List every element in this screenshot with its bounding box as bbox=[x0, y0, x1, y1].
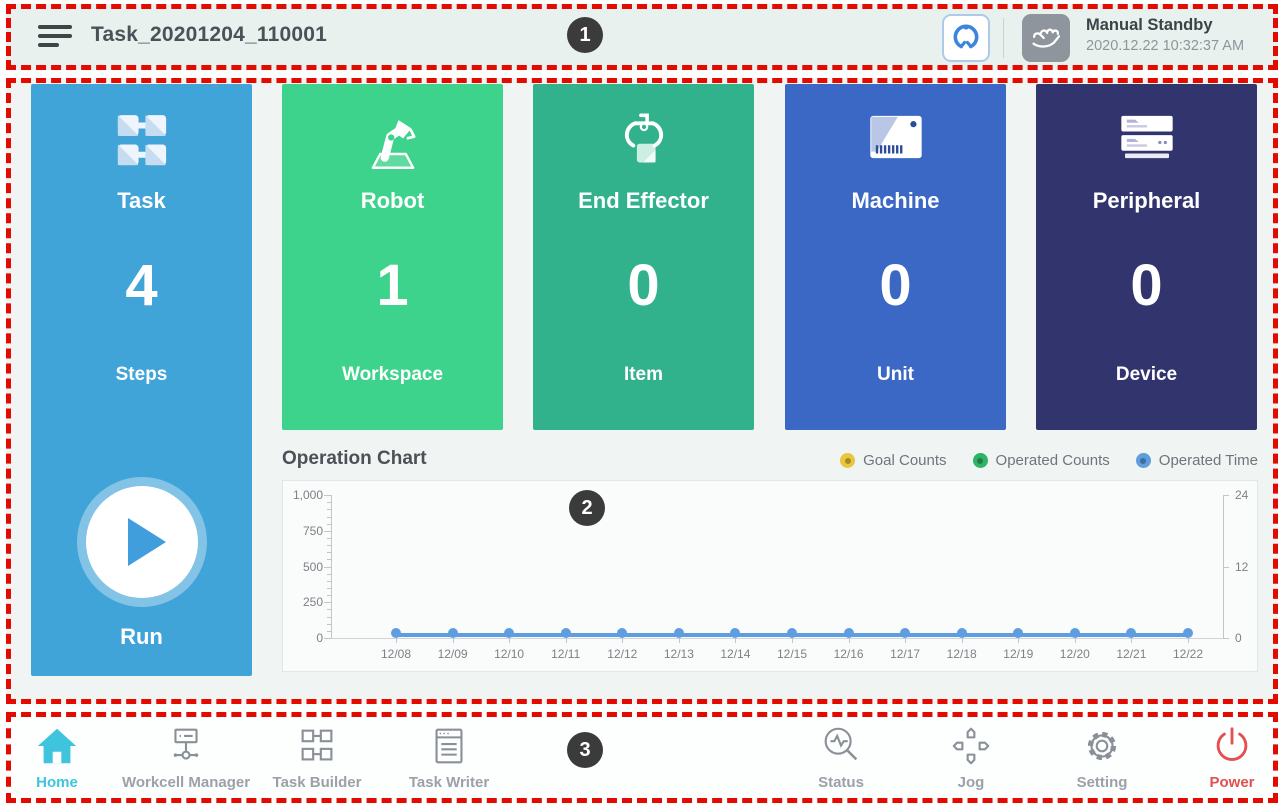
status-mode: Manual Standby bbox=[1086, 16, 1244, 35]
card-title: Machine bbox=[785, 188, 1006, 214]
card-count: 0 bbox=[533, 252, 754, 319]
machine-card[interactable]: Machine 0 Unit bbox=[785, 84, 1006, 430]
hand-glyph bbox=[1029, 21, 1063, 55]
card-title: Peripheral bbox=[1036, 188, 1257, 214]
nav-label: Workcell Manager bbox=[122, 774, 250, 791]
power-icon bbox=[1209, 723, 1255, 769]
gripper-icon bbox=[950, 22, 982, 54]
card-title: Task bbox=[31, 188, 252, 214]
nav-label: Home bbox=[36, 774, 78, 791]
card-title: Robot bbox=[282, 188, 503, 214]
chart-plot-area: 1,00075050025002412012/0812/0912/1012/11… bbox=[283, 481, 1257, 671]
task-card[interactable]: Task 4 Steps Run bbox=[31, 84, 252, 676]
card-unit: Workspace bbox=[282, 364, 503, 386]
legend-operated-time: Operated Time bbox=[1136, 452, 1258, 469]
gripper-button[interactable] bbox=[942, 14, 990, 62]
menu-bar bbox=[38, 34, 72, 38]
nav-label: Setting bbox=[1077, 774, 1128, 791]
annotation-badge-3: 3 bbox=[567, 732, 603, 768]
operation-chart: 1,00075050025002412012/0812/0912/1012/11… bbox=[282, 480, 1258, 672]
setting-icon bbox=[1079, 723, 1125, 769]
card-count: 4 bbox=[31, 252, 252, 319]
nav-item-power[interactable]: Power bbox=[1147, 723, 1284, 791]
app-root: 1 2 3 Task_20201204_110001 bbox=[0, 0, 1284, 807]
end-effector-card[interactable]: End Effector 0 Item bbox=[533, 84, 754, 430]
menu-bar bbox=[38, 43, 59, 47]
card-title: End Effector bbox=[533, 188, 754, 214]
legend-label: Operated Time bbox=[1159, 452, 1258, 469]
workcell-manager-icon bbox=[163, 723, 209, 769]
robot-arm-icon bbox=[360, 110, 426, 181]
card-unit: Device bbox=[1036, 364, 1257, 386]
peripheral-card[interactable]: Peripheral 0 Device bbox=[1036, 84, 1257, 430]
status-icon bbox=[818, 723, 864, 769]
legend-dot-blue bbox=[1136, 453, 1151, 468]
run-label: Run bbox=[31, 624, 252, 650]
card-count: 1 bbox=[282, 252, 503, 319]
task-title: Task_20201204_110001 bbox=[91, 23, 327, 47]
nav-label: Task Builder bbox=[273, 774, 362, 791]
legend-dot-green bbox=[973, 453, 988, 468]
jog-icon bbox=[948, 723, 994, 769]
divider bbox=[1003, 18, 1004, 58]
task-blocks-icon bbox=[111, 110, 173, 177]
legend-goal-counts: Goal Counts bbox=[840, 452, 946, 469]
legend-operated-counts: Operated Counts bbox=[973, 452, 1110, 469]
nav-label: Power bbox=[1209, 774, 1254, 791]
annotation-badge-1: 1 bbox=[567, 17, 603, 53]
nav-label: Task Writer bbox=[409, 774, 489, 791]
legend-dot-yellow bbox=[840, 453, 855, 468]
menu-bar bbox=[38, 25, 72, 29]
topbar-region: Task_20201204_110001 bbox=[6, 4, 1278, 70]
card-count: 0 bbox=[785, 252, 1006, 319]
main-region: Task 4 Steps Run bbox=[6, 78, 1278, 704]
run-button[interactable] bbox=[86, 486, 198, 598]
chart-legend: Goal Counts Operated Counts Operated Tim… bbox=[282, 452, 1258, 469]
menu-icon[interactable] bbox=[38, 25, 72, 51]
end-effector-gripper-icon bbox=[612, 110, 676, 179]
annotation-badge-2: 2 bbox=[569, 490, 605, 526]
peripheral-server-icon bbox=[1114, 110, 1180, 169]
robot-status: Manual Standby 2020.12.22 10:32:37 AM bbox=[1086, 16, 1244, 54]
card-unit: Unit bbox=[785, 364, 1006, 386]
manual-hand-icon[interactable] bbox=[1022, 14, 1070, 62]
status-datetime: 2020.12.22 10:32:37 AM bbox=[1086, 38, 1244, 54]
task-builder-icon bbox=[294, 723, 340, 769]
nav-label: Status bbox=[818, 774, 864, 791]
card-count: 0 bbox=[1036, 252, 1257, 319]
nav-label: Jog bbox=[958, 774, 985, 791]
home-icon bbox=[34, 723, 80, 769]
play-icon bbox=[128, 518, 166, 566]
card-unit: Steps bbox=[31, 364, 252, 386]
nav-item-task-writer[interactable]: Task Writer bbox=[364, 723, 534, 791]
robot-card[interactable]: Robot 1 Workspace bbox=[282, 84, 503, 430]
bottom-nav-region: Home Workcell Manager bbox=[6, 712, 1278, 803]
legend-label: Goal Counts bbox=[863, 452, 946, 469]
card-unit: Item bbox=[533, 364, 754, 386]
legend-label: Operated Counts bbox=[996, 452, 1110, 469]
machine-panel-icon bbox=[863, 110, 929, 169]
task-writer-icon bbox=[426, 723, 472, 769]
